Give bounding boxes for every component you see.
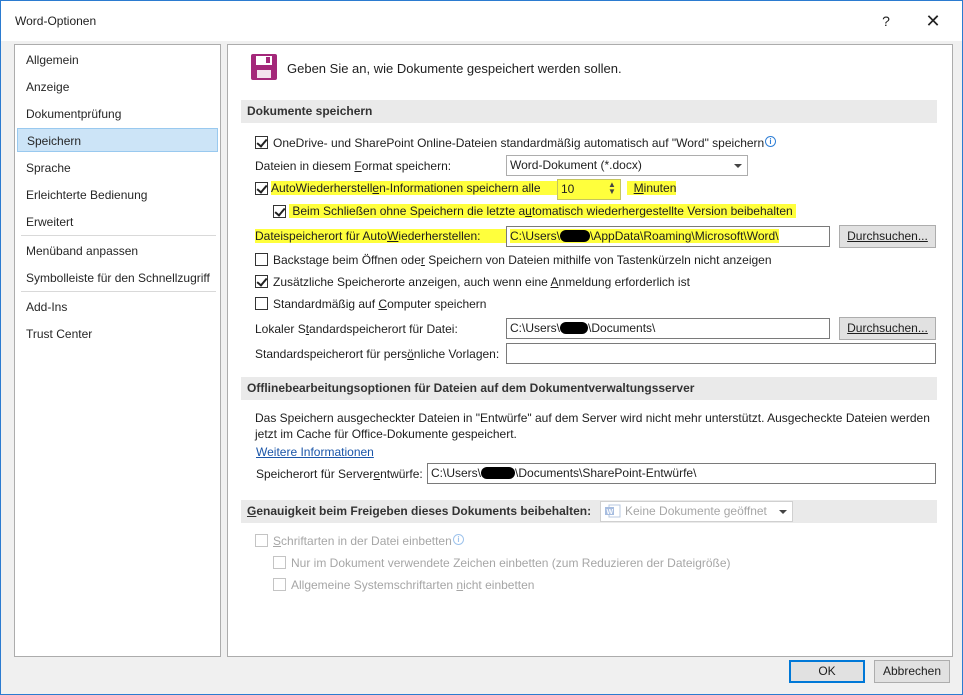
templates-label: Standardspeicherort für persönliche Vorl…: [255, 347, 500, 361]
floppy-disk-icon: [251, 54, 277, 80]
info-icon[interactable]: i: [453, 534, 464, 545]
format-select-value: Word-Dokument (*.docx): [510, 158, 642, 172]
sidebar-divider: [21, 291, 216, 292]
additional-locations-checkbox[interactable]: [255, 275, 268, 288]
embed-fonts-checkbox[interactable]: [255, 534, 268, 547]
spin-down-icon[interactable]: ▼: [608, 188, 616, 196]
only-used-chars-label: Nur im Dokument verwendete Zeichen einbe…: [291, 556, 731, 570]
save-to-computer-label: Standardmäßig auf Computer speichern: [273, 297, 487, 311]
autorecover-checkbox[interactable]: [255, 182, 268, 195]
ok-button[interactable]: OK: [789, 660, 865, 683]
keep-last-version-label: Beim Schließen ohne Speichern die letzte…: [289, 204, 797, 218]
help-button[interactable]: ?: [871, 9, 901, 33]
embed-fonts-label: Schriftarten in der Datei einbetten: [273, 534, 452, 548]
local-default-browse-button[interactable]: Durchsuchen...: [839, 317, 936, 340]
backstage-label: Backstage beim Öffnen oder Speichern von…: [273, 253, 772, 267]
format-select[interactable]: Word-Dokument (*.docx): [506, 155, 748, 176]
page-header: Geben Sie an, wie Dokumente gespeichert …: [287, 61, 622, 76]
sidebar-item-trust-center[interactable]: Trust Center: [17, 322, 218, 346]
section-offline-editing: Offlinebearbeitungsoptionen für Dateien …: [241, 377, 937, 400]
offline-description-line2: jetzt im Cache für Office-Dokumente gesp…: [255, 427, 517, 441]
autorecover-location-label: Dateispeicherort für AutoWiederherstelle…: [255, 229, 511, 243]
autorecover-browse-button[interactable]: Durchsuchen...: [839, 225, 936, 248]
chevron-down-icon: [734, 164, 742, 168]
word-options-dialog: Word-Optionen ? ✕ Allgemein Anzeige Doku…: [0, 0, 963, 695]
window-title: Word-Optionen: [15, 14, 97, 28]
redacted-username: [481, 467, 516, 479]
sidebar-item-dokumentpruefung[interactable]: Dokumentprüfung: [17, 102, 218, 126]
onedrive-default-label: OneDrive- und SharePoint Online-Dateien …: [273, 136, 765, 150]
templates-input[interactable]: [506, 343, 936, 364]
redacted-username: [560, 230, 591, 242]
additional-locations-label: Zusätzliche Speicherorte anzeigen, auch …: [273, 275, 690, 289]
sidebar-item-add-ins[interactable]: Add-Ins: [17, 295, 218, 319]
autorecover-location-input[interactable]: C:\Users\ \AppData\Roaming\Microsoft\Word…: [506, 226, 830, 247]
save-to-computer-checkbox[interactable]: [255, 297, 268, 310]
redacted-username: [560, 322, 589, 334]
only-used-chars-checkbox[interactable]: [273, 556, 286, 569]
offline-description-line1: Das Speichern ausgecheckter Dateien in "…: [255, 411, 930, 425]
title-bar: Word-Optionen ? ✕: [1, 1, 962, 41]
section-fidelity: Genauigkeit beim Freigeben dieses Dokume…: [241, 500, 937, 523]
word-document-icon: W: [605, 504, 621, 518]
fidelity-document-select[interactable]: Keine Dokumente geöffnet: [600, 501, 793, 522]
chevron-down-icon: [779, 510, 787, 514]
sidebar-item-speichern[interactable]: Speichern: [17, 128, 218, 152]
svg-text:W: W: [607, 509, 614, 516]
sidebar-item-sprache[interactable]: Sprache: [17, 156, 218, 180]
local-default-label: Lokaler Standardspeicherort für Datei:: [255, 322, 458, 336]
sidebar-item-schnellzugriff[interactable]: Symbolleiste für den Schnellzugriff: [17, 266, 218, 290]
server-drafts-input[interactable]: C:\Users\ \Documents\SharePoint-Entwürfe\: [427, 463, 936, 484]
no-system-fonts-checkbox[interactable]: [273, 578, 286, 591]
sidebar-item-anzeige[interactable]: Anzeige: [17, 75, 218, 99]
more-info-link[interactable]: Weitere Informationen: [256, 445, 374, 459]
close-button[interactable]: ✕: [918, 9, 948, 33]
section-dokumente-speichern: Dokumente speichern: [241, 100, 937, 123]
info-icon[interactable]: i: [765, 136, 776, 147]
sidebar-item-menueband-anpassen[interactable]: Menüband anpassen: [17, 239, 218, 263]
cancel-button[interactable]: Abbrechen: [874, 660, 950, 683]
format-label: Dateien in diesem Format speichern:: [255, 159, 452, 173]
onedrive-default-checkbox[interactable]: [255, 136, 268, 149]
sidebar-item-erleichterte-bedienung[interactable]: Erleichterte Bedienung: [17, 183, 218, 207]
local-default-input[interactable]: C:\Users\ \Documents\: [506, 318, 830, 339]
sidebar-item-erweitert[interactable]: Erweitert: [17, 210, 218, 234]
server-drafts-label: Speicherort für Serverentwürfe:: [256, 467, 423, 481]
no-system-fonts-label: Allgemeine Systemschriftarten nicht einb…: [291, 578, 535, 592]
options-content: Geben Sie an, wie Dokumente gespeichert …: [227, 44, 953, 657]
autorecover-label: AutoWiederherstellen-Informationen speic…: [271, 181, 558, 195]
options-sidebar: Allgemein Anzeige Dokumentprüfung Speich…: [14, 44, 221, 657]
sidebar-divider: [21, 235, 216, 236]
keep-last-version-checkbox[interactable]: [273, 205, 286, 218]
autorecover-minutes-value: 10: [561, 182, 575, 196]
sidebar-item-allgemein[interactable]: Allgemein: [17, 48, 218, 72]
minutes-label: Minuten: [627, 181, 677, 195]
backstage-checkbox[interactable]: [255, 253, 268, 266]
